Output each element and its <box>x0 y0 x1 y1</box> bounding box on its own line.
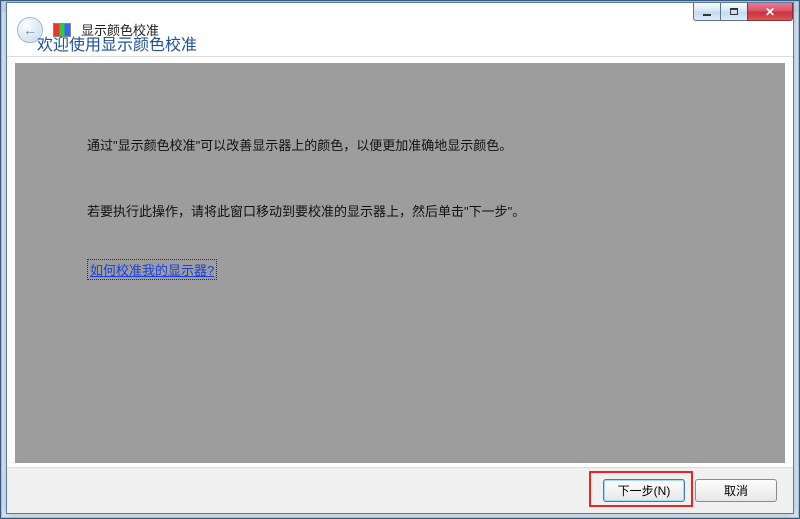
maximize-icon <box>730 8 738 15</box>
wizard-window: ✕ ← 显示颜色校准 欢迎使用显示颜色校准 通过"显示颜色校准"可以改善显示器上… <box>6 2 794 514</box>
window-controls: ✕ <box>694 3 793 23</box>
intro-text-2: 若要执行此操作，请将此窗口移动到要校准的显示器上，然后单击"下一步"。 <box>87 201 525 220</box>
close-button[interactable]: ✕ <box>747 3 793 21</box>
intro-text-1: 通过"显示颜色校准"可以改善显示器上的颜色，以便更加准确地显示颜色。 <box>87 135 512 154</box>
footer-bar: 下一步(N) 取消 <box>7 467 793 513</box>
back-arrow-icon: ← <box>23 22 37 38</box>
page-heading: 欢迎使用显示颜色校准 <box>37 31 197 55</box>
minimize-button[interactable] <box>693 3 721 21</box>
maximize-button[interactable] <box>720 3 748 21</box>
content-area: 通过"显示颜色校准"可以改善显示器上的颜色，以便更加准确地显示颜色。 若要执行此… <box>15 63 785 463</box>
help-link[interactable]: 如何校准我的显示器? <box>87 259 217 280</box>
cancel-button[interactable]: 取消 <box>695 479 777 502</box>
minimize-icon <box>703 14 711 16</box>
close-icon: ✕ <box>765 5 775 19</box>
next-button[interactable]: 下一步(N) <box>603 479 685 502</box>
